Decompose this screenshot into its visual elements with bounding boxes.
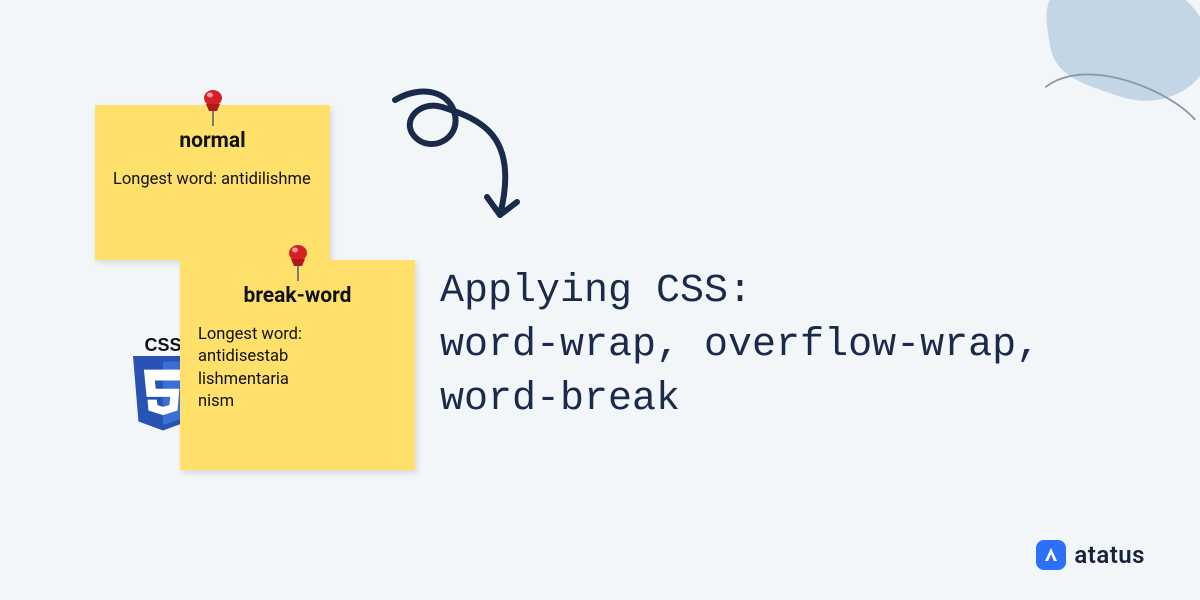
pushpin-icon — [198, 87, 228, 127]
brand-logo-icon — [1036, 540, 1066, 570]
brand: atatus — [1036, 540, 1145, 570]
decorative-blob — [1030, 0, 1200, 120]
title-line-2: word-wrap, overflow-wrap, word-break — [440, 319, 1160, 427]
note-value: antidisestab lishmentaria nism — [198, 346, 328, 413]
brand-name: atatus — [1074, 541, 1145, 569]
page-title: Applying CSS: word-wrap, overflow-wrap, … — [440, 265, 1160, 427]
loop-arrow-icon — [380, 75, 560, 255]
note-heading: break-word — [198, 284, 397, 308]
note-heading: normal — [113, 129, 312, 153]
note-body: Longest word: antidilishme — [113, 169, 312, 191]
note-value: antidilishme — [221, 170, 311, 189]
note-body: Longest word: antidisestab lishmentaria … — [198, 324, 397, 413]
sticky-note-break-word: break-word Longest word: antidisestab li… — [180, 260, 415, 470]
sticky-note-normal: normal Longest word: antidilishme — [95, 105, 330, 260]
note-label: Longest word: — [113, 170, 221, 189]
title-line-1: Applying CSS: — [440, 265, 1160, 319]
pushpin-icon — [283, 242, 313, 282]
sticky-notes-group: normal Longest word: antidilishme CSS br… — [75, 95, 415, 495]
note-label: Longest word: — [198, 325, 302, 344]
